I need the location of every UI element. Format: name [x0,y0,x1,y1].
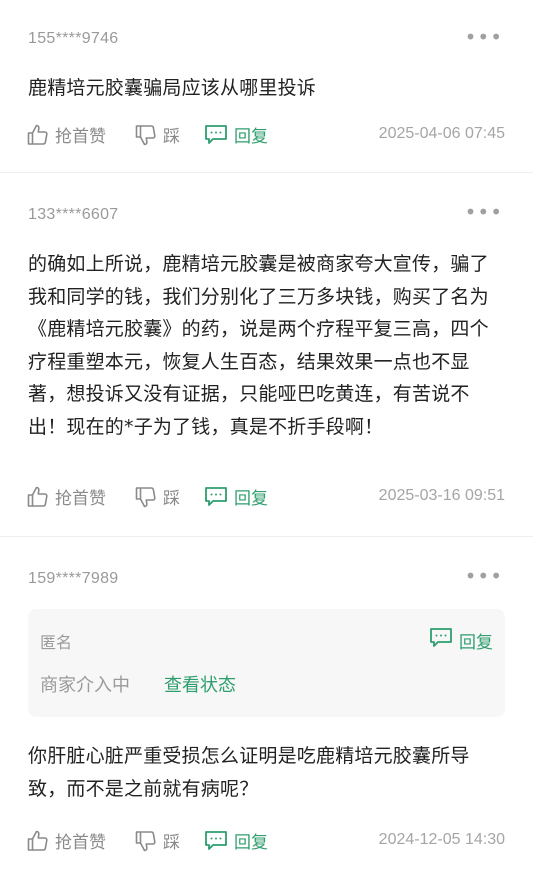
dislike-label: 踩 [163,833,180,853]
comment-item: 155****9746 ••• 鹿精培元胶囊骗局应该从哪里投诉 抢首赞 踩 回复… [0,0,533,172]
comment-actions: 抢首赞 踩 回复 2024-12-05 14:30 [26,828,505,856]
thumbs-up-icon [26,829,50,853]
dislike-button[interactable]: 踩 [134,828,180,853]
quoted-reply-box: 匿名 回复 商家介入中 查看状态 [28,609,505,717]
view-status-link[interactable]: 查看状态 [164,671,236,697]
reply-author: 匿名 [40,633,73,652]
reply-icon [204,486,228,508]
comment-date: 2024-12-05 14:30 [378,831,505,848]
dislike-label: 踩 [163,127,180,147]
comment-actions: 抢首赞 踩 回复 2025-03-16 09:51 [26,484,505,512]
reply-icon [204,830,228,852]
like-button[interactable]: 抢首赞 [26,484,106,509]
comment-username[interactable]: 159****7989 [28,570,119,588]
reply-button[interactable]: 回复 [429,627,493,654]
like-label: 抢首赞 [55,127,106,147]
comment-text: 你肝脏心脏严重受损怎么证明是吃鹿精培元胶囊所导致，而不是之前就有病呢？ [28,745,470,800]
dislike-label: 踩 [163,489,180,509]
thumbs-down-icon [134,829,158,853]
merchant-status: 商家介入中 [40,675,130,696]
reply-label: 回复 [459,633,493,653]
comment-date: 2025-03-16 09:51 [378,487,505,504]
comment-text: 的确如上所说，鹿精培元胶囊是被商家夸大宣传，骗了我和同学的钱，我们分别化了三万多… [28,253,489,438]
like-label: 抢首赞 [55,489,106,509]
reply-label: 回复 [234,833,268,853]
comment-item: 159****7989 ••• 匿名 回复 商家介入中 查看状态 你肝脏心脏严重… [0,537,533,889]
comment-username[interactable]: 133****6607 [28,206,119,224]
comment-date: 2025-04-06 07:45 [378,125,505,142]
comment-actions: 抢首赞 踩 回复 2025-04-06 07:45 [26,122,505,150]
reply-button[interactable]: 回复 [204,122,268,147]
like-label: 抢首赞 [55,833,106,853]
reply-label: 回复 [234,127,268,147]
reply-label: 回复 [234,489,268,509]
reply-button[interactable]: 回复 [204,828,268,853]
reply-button[interactable]: 回复 [204,484,268,509]
thumbs-down-icon [134,485,158,509]
dislike-button[interactable]: 踩 [134,484,180,509]
more-options-icon[interactable]: ••• [465,566,503,586]
comment-item: 133****6607 ••• 的确如上所说，鹿精培元胶囊是被商家夸大宣传，骗了… [0,173,533,535]
thumbs-down-icon [134,123,158,147]
like-button[interactable]: 抢首赞 [26,828,106,853]
more-options-icon[interactable]: ••• [465,202,503,222]
comment-username[interactable]: 155****9746 [28,30,119,48]
dislike-button[interactable]: 踩 [134,122,180,147]
more-options-icon[interactable]: ••• [465,27,503,47]
comment-text: 鹿精培元胶囊骗局应该从哪里投诉 [28,77,317,99]
like-button[interactable]: 抢首赞 [26,122,106,147]
thumbs-up-icon [26,485,50,509]
reply-icon [204,124,228,146]
thumbs-up-icon [26,123,50,147]
reply-icon [429,627,453,654]
